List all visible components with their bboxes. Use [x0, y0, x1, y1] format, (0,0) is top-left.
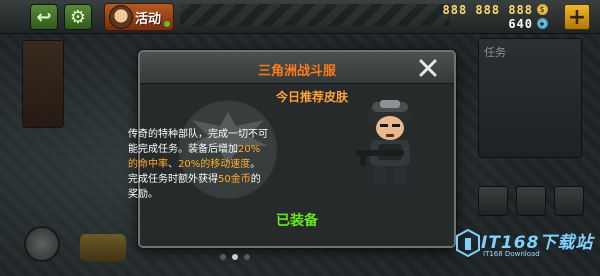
left-side-panel	[22, 40, 64, 128]
equipped-status[interactable]: 已装备	[138, 210, 456, 230]
back-arrow-icon: ↩	[36, 6, 52, 28]
desc-text-2: 、	[168, 159, 178, 170]
soldier-character-icon	[356, 100, 412, 184]
back-button[interactable]: ↩	[30, 4, 58, 30]
slot-1[interactable]	[478, 186, 508, 216]
gem-counter: 640 ◆	[418, 16, 548, 31]
page-dot	[244, 254, 250, 260]
gear-icon: ⚙	[69, 6, 87, 28]
dialog-title: 三角洲战斗服	[257, 64, 336, 79]
desc-gold-reward: 50金币	[218, 174, 251, 185]
desc-move-speed: 20%的移动速度	[178, 159, 251, 170]
watermark-sub-text: IT168 Download	[483, 250, 540, 258]
activity-avatar-icon	[109, 5, 133, 29]
bottom-left-badge[interactable]	[24, 226, 60, 262]
slot-3[interactable]	[554, 186, 584, 216]
activity-label: 活动	[135, 11, 162, 27]
add-currency-button[interactable]: +	[564, 4, 590, 30]
page-indicator	[220, 254, 250, 260]
watermark: IT168下载站 IT168 Download	[455, 222, 595, 268]
gold-counter: 888 888 888 $	[418, 2, 548, 17]
page-dot-active	[232, 254, 238, 260]
gem-value: 640	[508, 16, 533, 31]
skin-description: 传奇的特种部队，完成一切不可能完成任务。装备后增加20%的命中率、20%的移动速…	[128, 127, 268, 202]
activity-button[interactable]: 活动	[104, 3, 174, 31]
close-icon[interactable]	[416, 56, 440, 80]
page-dot	[220, 254, 226, 260]
gold-value: 888 888 888	[442, 2, 533, 17]
settings-button[interactable]: ⚙	[64, 4, 92, 30]
dialog-header: 三角洲战斗服	[140, 52, 454, 84]
notification-dot	[164, 21, 170, 27]
right-slot-row	[478, 186, 590, 216]
coin-icon: $	[537, 4, 548, 15]
right-panel-title: 任务	[484, 46, 506, 59]
top-bar: ↩ ⚙ 活动 888 888 888 $ 640 ◆ +	[0, 0, 600, 34]
hazard-stripe	[180, 4, 450, 26]
plus-icon: +	[567, 4, 587, 30]
slot-2[interactable]	[516, 186, 546, 216]
gem-icon: ◆	[537, 18, 548, 29]
watermark-logo-icon	[456, 228, 480, 258]
vip-badge[interactable]	[80, 234, 126, 262]
